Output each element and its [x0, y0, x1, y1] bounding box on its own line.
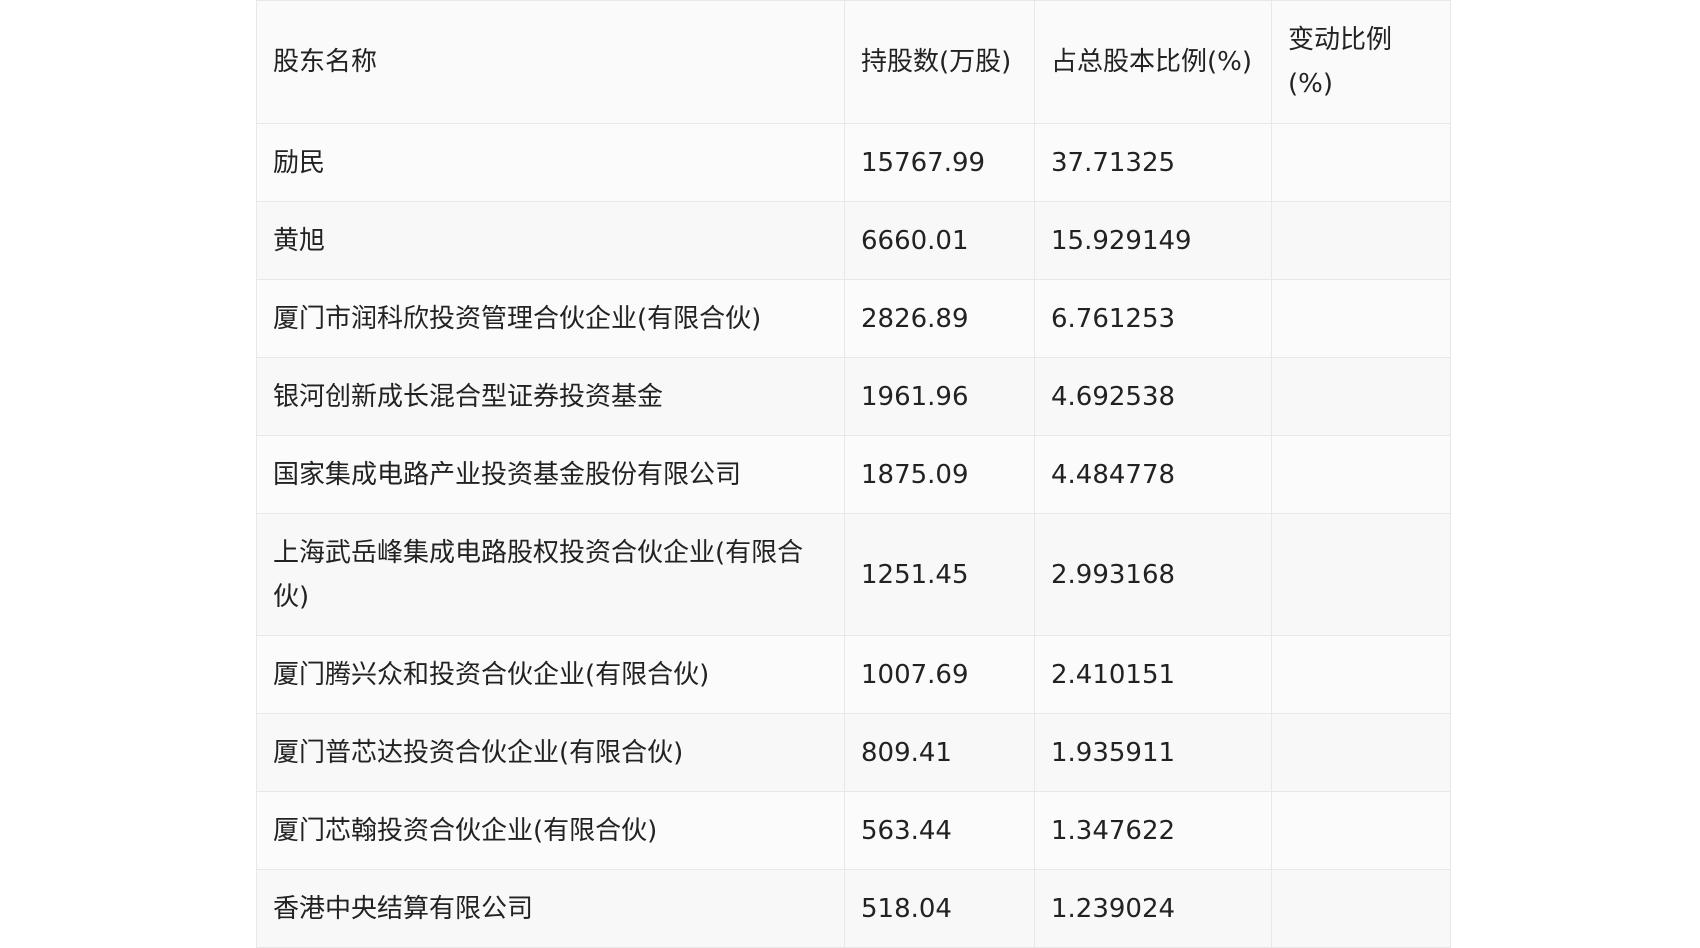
table-body: 励民 15767.99 37.71325 黄旭 6660.01 15.92914…	[256, 123, 1451, 948]
cell-shares-held: 518.04	[844, 869, 1035, 948]
cell-shares-held: 2826.89	[844, 279, 1035, 358]
header-share-ratio: 占总股本比例(%)	[1034, 0, 1272, 124]
cell-share-ratio: 15.929149	[1034, 201, 1272, 280]
shareholder-table: 股东名称 持股数(万股) 占总股本比例(%) 变动比例(%) 励民 15767.…	[256, 0, 1451, 948]
cell-shares-held: 1875.09	[844, 435, 1035, 514]
table-row: 上海武岳峰集成电路股权投资合伙企业(有限合伙) 1251.45 2.993168	[256, 513, 1451, 636]
cell-share-ratio: 1.239024	[1034, 869, 1272, 948]
cell-share-ratio: 1.347622	[1034, 791, 1272, 870]
cell-share-ratio: 37.71325	[1034, 123, 1272, 202]
cell-share-ratio: 4.484778	[1034, 435, 1272, 514]
cell-shareholder-name: 厦门市润科欣投资管理合伙企业(有限合伙)	[256, 279, 845, 358]
table-row: 厦门芯翰投资合伙企业(有限合伙) 563.44 1.347622	[256, 791, 1451, 870]
table-row: 厦门市润科欣投资管理合伙企业(有限合伙) 2826.89 6.761253	[256, 279, 1451, 358]
table-row: 厦门腾兴众和投资合伙企业(有限合伙) 1007.69 2.410151	[256, 635, 1451, 714]
cell-shareholder-name: 励民	[256, 123, 845, 202]
cell-shareholder-name: 厦门腾兴众和投资合伙企业(有限合伙)	[256, 635, 845, 714]
cell-shareholder-name: 银河创新成长混合型证券投资基金	[256, 357, 845, 436]
cell-share-ratio: 4.692538	[1034, 357, 1272, 436]
cell-share-ratio: 1.935911	[1034, 713, 1272, 792]
cell-shares-held: 1961.96	[844, 357, 1035, 436]
header-shareholder-name: 股东名称	[256, 0, 845, 124]
table-row: 黄旭 6660.01 15.929149	[256, 201, 1451, 280]
cell-change-ratio	[1271, 513, 1451, 636]
cell-change-ratio	[1271, 279, 1451, 358]
cell-change-ratio	[1271, 791, 1451, 870]
cell-shares-held: 809.41	[844, 713, 1035, 792]
header-change-ratio: 变动比例(%)	[1271, 0, 1451, 124]
cell-share-ratio: 2.993168	[1034, 513, 1272, 636]
table-row: 厦门普芯达投资合伙企业(有限合伙) 809.41 1.935911	[256, 713, 1451, 792]
cell-shares-held: 563.44	[844, 791, 1035, 870]
cell-change-ratio	[1271, 635, 1451, 714]
cell-change-ratio	[1271, 435, 1451, 514]
cell-change-ratio	[1271, 357, 1451, 436]
cell-shares-held: 15767.99	[844, 123, 1035, 202]
cell-shares-held: 1251.45	[844, 513, 1035, 636]
table-row: 银河创新成长混合型证券投资基金 1961.96 4.692538	[256, 357, 1451, 436]
cell-shareholder-name: 上海武岳峰集成电路股权投资合伙企业(有限合伙)	[256, 513, 845, 636]
cell-change-ratio	[1271, 201, 1451, 280]
cell-shareholder-name: 国家集成电路产业投资基金股份有限公司	[256, 435, 845, 514]
cell-shares-held: 6660.01	[844, 201, 1035, 280]
shareholder-table-container: 股东名称 持股数(万股) 占总股本比例(%) 变动比例(%) 励民 15767.…	[256, 0, 1451, 948]
cell-share-ratio: 2.410151	[1034, 635, 1272, 714]
header-shares-held: 持股数(万股)	[844, 0, 1035, 124]
table-header: 股东名称 持股数(万股) 占总股本比例(%) 变动比例(%)	[256, 0, 1451, 124]
table-row: 香港中央结算有限公司 518.04 1.239024	[256, 869, 1451, 948]
header-row: 股东名称 持股数(万股) 占总股本比例(%) 变动比例(%)	[256, 0, 1451, 124]
cell-share-ratio: 6.761253	[1034, 279, 1272, 358]
cell-change-ratio	[1271, 713, 1451, 792]
cell-change-ratio	[1271, 123, 1451, 202]
cell-shareholder-name: 香港中央结算有限公司	[256, 869, 845, 948]
table-row: 国家集成电路产业投资基金股份有限公司 1875.09 4.484778	[256, 435, 1451, 514]
cell-shares-held: 1007.69	[844, 635, 1035, 714]
table-row: 励民 15767.99 37.71325	[256, 123, 1451, 202]
cell-shareholder-name: 厦门芯翰投资合伙企业(有限合伙)	[256, 791, 845, 870]
cell-change-ratio	[1271, 869, 1451, 948]
cell-shareholder-name: 黄旭	[256, 201, 845, 280]
cell-shareholder-name: 厦门普芯达投资合伙企业(有限合伙)	[256, 713, 845, 792]
